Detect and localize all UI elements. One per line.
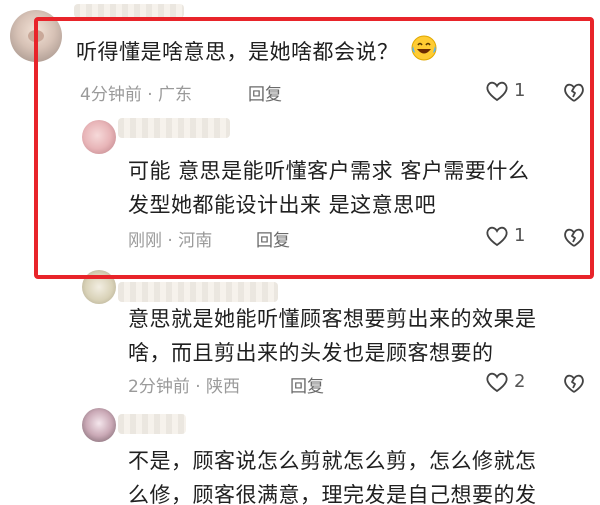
comment-meta: 2分钟前 · 陕西 — [128, 377, 241, 397]
comment-text-line: 不是，顾客说怎么剪就怎么剪，怎么修就怎 — [128, 449, 537, 473]
comment-text-line: 可能 意思是能听懂客户需求 客户需要什么 — [128, 159, 530, 183]
comment-meta: 刚刚 · 河南 — [128, 231, 213, 251]
comment-text: 意思就是她能听懂顾客想要剪出来的效果是 啥，而且剪出来的头发也是顾客想要的 — [128, 302, 537, 370]
dislike-broken-heart-icon[interactable] — [562, 225, 586, 249]
dislike-broken-heart-icon[interactable] — [562, 80, 586, 104]
username-blurred[interactable] — [74, 4, 184, 18]
comment-text: 可能 意思是能听懂客户需求 客户需要什么 发型她都能设计出来 是这意思吧 — [128, 154, 529, 222]
avatar[interactable] — [82, 270, 116, 304]
comment-text-line: 么修，顾客很满意，理完发是自己想要的发 — [128, 483, 537, 505]
avatar[interactable] — [82, 120, 116, 154]
comment-text-line: 发型她都能设计出来 是这意思吧 — [128, 193, 437, 217]
comment-text: 听得懂是啥意思，是她啥都会说？ — [76, 34, 438, 72]
laughing-tears-icon — [410, 34, 438, 72]
comment-meta: 4分钟前 · 广东 — [80, 85, 193, 105]
dislike-broken-heart-icon[interactable] — [562, 371, 586, 395]
avatar[interactable] — [10, 10, 62, 62]
like-count: 1 — [514, 80, 526, 101]
like-heart-icon[interactable] — [484, 223, 510, 249]
reply-button[interactable]: 回复 — [248, 80, 282, 105]
comment-text-line: 啥，而且剪出来的头发也是顾客想要的 — [128, 341, 494, 365]
like-heart-icon[interactable] — [484, 369, 510, 395]
comment-text-line: 意思就是她能听懂顾客想要剪出来的效果是 — [128, 307, 537, 331]
username-blurred[interactable] — [118, 414, 186, 434]
username-blurred[interactable] — [118, 282, 278, 302]
comment-text: 不是，顾客说怎么剪就怎么剪，怎么修就怎 么修，顾客很满意，理完发是自己想要的发 — [128, 444, 537, 505]
reply-button[interactable]: 回复 — [256, 226, 290, 251]
username-blurred[interactable] — [118, 118, 230, 138]
like-count: 2 — [514, 371, 526, 392]
reply-button[interactable]: 回复 — [290, 372, 324, 397]
comment-text-content: 听得懂是啥意思，是她啥都会说？ — [76, 40, 399, 64]
like-heart-icon[interactable] — [484, 78, 510, 104]
like-count: 1 — [514, 225, 526, 246]
avatar[interactable] — [82, 408, 116, 442]
